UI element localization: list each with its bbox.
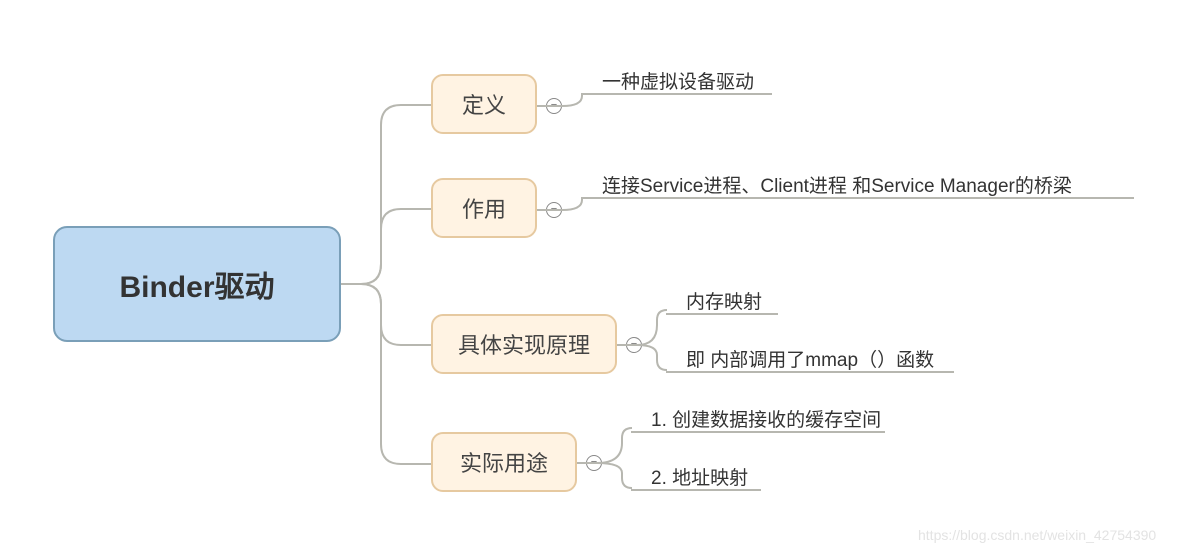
leaf-underline: [666, 371, 954, 373]
collapse-icon[interactable]: [546, 202, 562, 218]
leaf-underline: [666, 313, 778, 315]
branch-usage-label: 实际用途: [460, 446, 548, 478]
leaf-underline: [631, 489, 761, 491]
leaf-principle-1: 内存映射: [686, 287, 762, 314]
branch-role: 作用: [431, 178, 537, 238]
collapse-icon[interactable]: [626, 337, 642, 353]
leaf-principle-2: 即 内部调用了mmap（）函数: [686, 345, 934, 372]
root-label: Binder驱动: [119, 262, 274, 306]
principle-leaves-connector: [617, 290, 677, 390]
watermark-text: https://blog.csdn.net/weixin_42754390: [918, 527, 1156, 543]
branch-usage: 实际用途: [431, 432, 577, 492]
leaf-usage-2: 2. 地址映射: [651, 463, 748, 490]
leaf-definition-1: 一种虚拟设备驱动: [602, 67, 754, 94]
leaf-underline: [582, 197, 1134, 199]
branch-definition-label: 定义: [462, 88, 506, 120]
root-branches-connector: [341, 70, 441, 490]
leaf-underline: [631, 431, 885, 433]
branch-principle-label: 具体实现原理: [458, 328, 590, 360]
branch-principle: 具体实现原理: [431, 314, 617, 374]
branch-definition: 定义: [431, 74, 537, 134]
leaf-role-1: 连接Service进程、Client进程 和Service Manager的桥梁: [602, 171, 1072, 198]
leaf-usage-1: 1. 创建数据接收的缓存空间: [651, 405, 881, 432]
branch-role-label: 作用: [462, 192, 506, 224]
leaf-underline: [582, 93, 772, 95]
root-node: Binder驱动: [53, 226, 341, 342]
collapse-icon[interactable]: [546, 98, 562, 114]
collapse-icon[interactable]: [586, 455, 602, 471]
